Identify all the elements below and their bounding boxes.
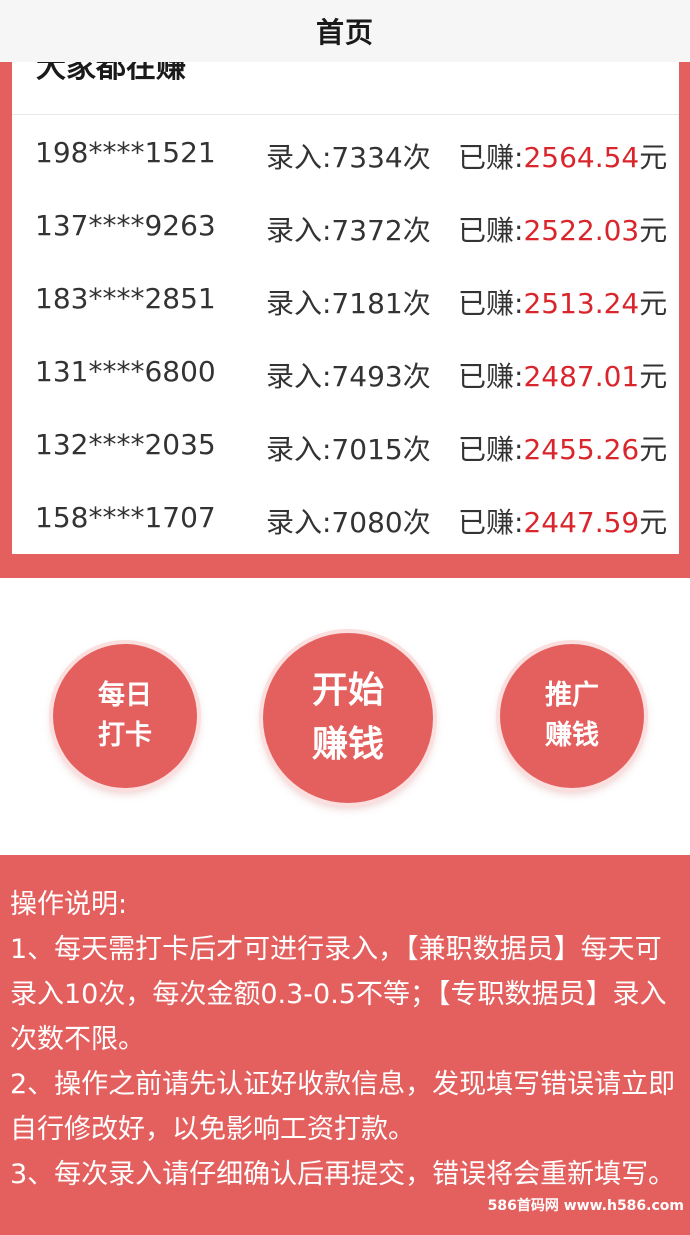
user-phone: 183****2851 [35, 282, 216, 315]
currency-unit: 元 [639, 214, 668, 247]
earned-value: 2447.59 [523, 506, 640, 539]
user-phone: 158****1707 [35, 501, 216, 534]
home-page: 首页 大家都在赚 198****1521 录入:7334次 已赚:2564.54… [0, 0, 690, 1235]
earned-amount: 已赚:2564.54元 [458, 136, 667, 176]
entry-count: 录入:7493次 [266, 360, 431, 393]
entry-count: 录入:7334次 [266, 141, 431, 174]
entry-count: 录入:7181次 [266, 287, 431, 320]
instruction-item: 1、每天需打卡后才可进行录入，【兼职数据员】每天可录入10次，每次金额0.3-0… [10, 934, 667, 1055]
entry-count: 录入:7015次 [266, 433, 431, 466]
daily-checkin-button[interactable]: 每日 打卡 [53, 644, 197, 788]
button-label-line2: 赚钱 [545, 720, 599, 751]
list-item: 183****2851 录入:7181次 已赚:2513.24元 [12, 264, 679, 337]
earned-label: 已赚: [458, 506, 524, 539]
entry-count: 录入:7080次 [266, 506, 431, 539]
instructions-title: 操作说明: [10, 889, 128, 920]
action-buttons: 每日 打卡 开始 赚钱 推广 赚钱 [0, 578, 690, 855]
earned-label: 已赚: [458, 141, 524, 174]
button-label-line1: 开始 [311, 670, 384, 711]
button-label-line2: 赚钱 [311, 724, 384, 765]
earned-amount: 已赚:2513.24元 [458, 282, 667, 322]
divider [12, 114, 679, 115]
currency-unit: 元 [639, 506, 668, 539]
earnings-card: 大家都在赚 198****1521 录入:7334次 已赚:2564.54元 1… [12, 62, 679, 554]
page-title: 首页 [315, 16, 374, 49]
watermark: 586首码网 www.h586.com [487, 1198, 684, 1214]
currency-unit: 元 [639, 360, 668, 393]
earned-label: 已赚: [458, 433, 524, 466]
promote-earning-button[interactable]: 推广 赚钱 [500, 644, 644, 788]
user-phone: 131****6800 [35, 355, 216, 388]
list-item: 131****6800 录入:7493次 已赚:2487.01元 [12, 337, 679, 410]
user-phone: 198****1521 [35, 136, 216, 169]
start-earning-button[interactable]: 开始 赚钱 [263, 633, 433, 803]
user-phone: 132****2035 [35, 428, 216, 461]
earned-amount: 已赚:2447.59元 [458, 501, 667, 541]
earned-value: 2487.01 [523, 360, 640, 393]
earned-label: 已赚: [458, 214, 524, 247]
user-phone: 137****9263 [35, 209, 216, 242]
earned-amount: 已赚:2455.26元 [458, 428, 667, 468]
earned-amount: 已赚:2522.03元 [458, 209, 667, 249]
earned-value: 2513.24 [523, 287, 640, 320]
instruction-item: 2、操作之前请先认证好收款信息，发现填写错误请立即自行修改好，以免影响工资打款。 [10, 1069, 676, 1145]
card-heading: 大家都在赚 [36, 62, 186, 85]
currency-unit: 元 [639, 287, 668, 320]
instructions-panel: 操作说明: 1、每天需打卡后才可进行录入，【兼职数据员】每天可录入10次，每次金… [0, 855, 690, 1235]
top-bar: 首页 [0, 0, 690, 62]
currency-unit: 元 [639, 433, 668, 466]
earnings-section: 大家都在赚 198****1521 录入:7334次 已赚:2564.54元 1… [0, 62, 690, 578]
earned-label: 已赚: [458, 360, 524, 393]
list-item: 198****1521 录入:7334次 已赚:2564.54元 [12, 118, 679, 191]
button-label-line1: 每日 [98, 680, 152, 711]
earnings-list: 198****1521 录入:7334次 已赚:2564.54元 137****… [12, 118, 679, 554]
list-item: 158****1707 录入:7080次 已赚:2447.59元 [12, 483, 679, 554]
currency-unit: 元 [639, 141, 668, 174]
earned-label: 已赚: [458, 287, 524, 320]
list-item: 137****9263 录入:7372次 已赚:2522.03元 [12, 191, 679, 264]
button-label-line1: 推广 [545, 680, 599, 711]
earned-amount: 已赚:2487.01元 [458, 355, 667, 395]
list-item: 132****2035 录入:7015次 已赚:2455.26元 [12, 410, 679, 483]
button-label-line2: 打卡 [98, 720, 152, 751]
entry-count: 录入:7372次 [266, 214, 431, 247]
earned-value: 2455.26 [523, 433, 640, 466]
earned-value: 2564.54 [523, 141, 640, 174]
earned-value: 2522.03 [523, 214, 640, 247]
